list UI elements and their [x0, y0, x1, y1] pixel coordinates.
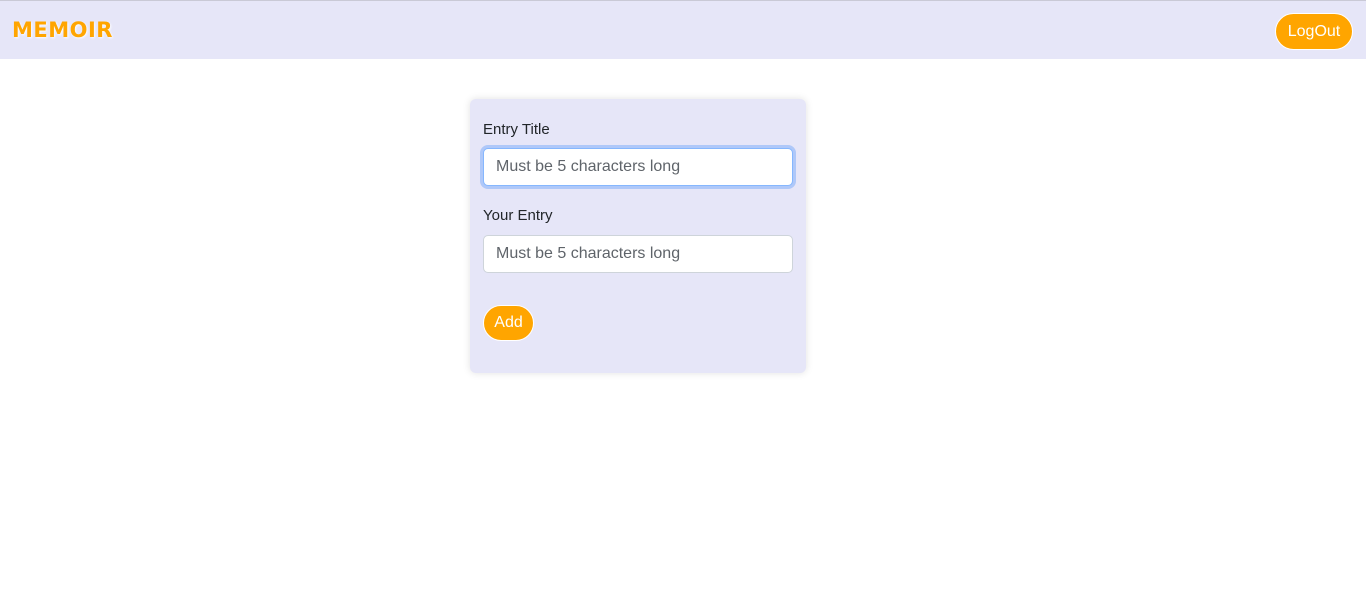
entry-title-input[interactable]: [483, 148, 793, 186]
navbar: MEMOIR LogOut: [0, 0, 1366, 59]
your-entry-input[interactable]: [483, 235, 793, 273]
brand-logo[interactable]: MEMOIR: [12, 18, 113, 42]
your-entry-label: Your Entry: [483, 207, 553, 224]
entry-title-label: Entry Title: [483, 121, 550, 138]
new-entry-form: Entry Title Your Entry Add: [470, 99, 806, 373]
logout-button[interactable]: LogOut: [1275, 13, 1353, 50]
add-button[interactable]: Add: [483, 305, 534, 341]
